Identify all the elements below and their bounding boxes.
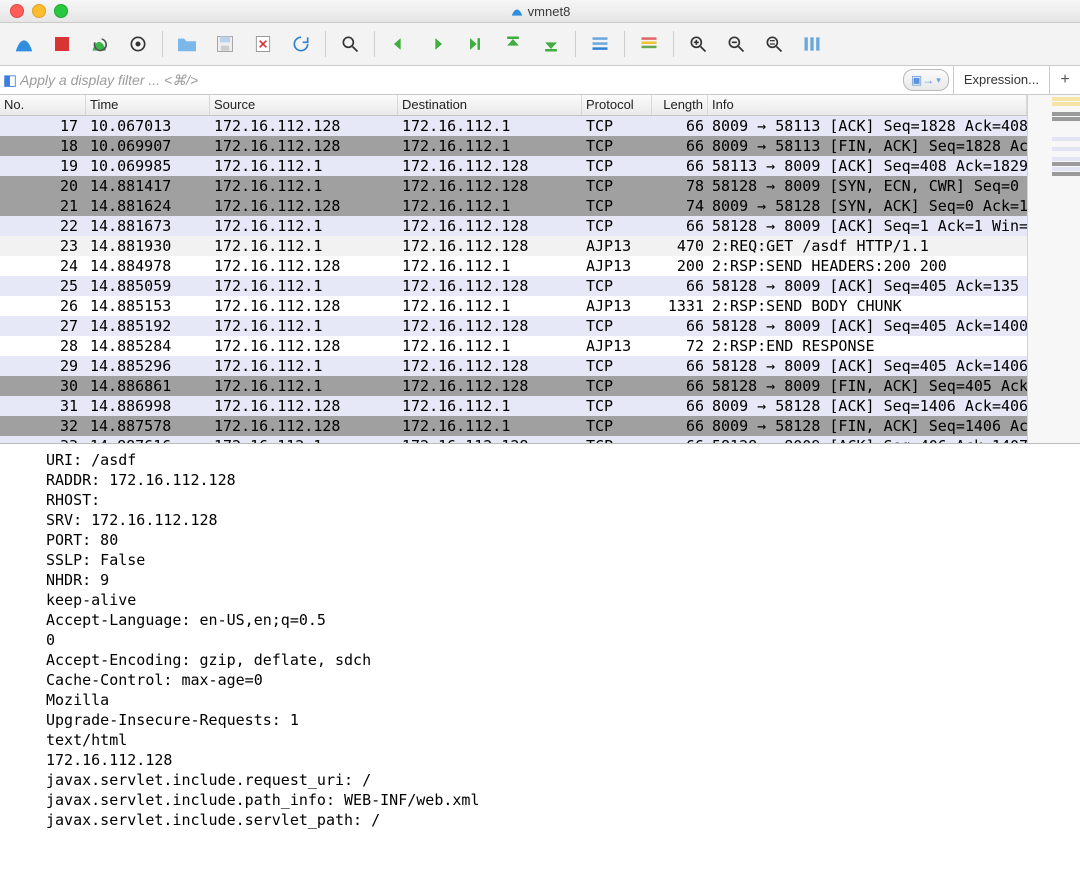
packet-row[interactable]: 2714.885192172.16.112.1172.16.112.128TCP…	[0, 316, 1027, 336]
add-filter-button[interactable]: +	[1049, 66, 1080, 94]
toolbar-separator	[325, 31, 326, 57]
zoom-out-icon[interactable]	[720, 28, 752, 60]
toolbar-separator	[673, 31, 674, 57]
packet-row[interactable]: 2814.885284172.16.112.128172.16.112.1AJP…	[0, 336, 1027, 356]
packet-minimap[interactable]	[1027, 95, 1080, 443]
expression-button[interactable]: Expression...	[953, 66, 1049, 94]
window-controls	[0, 4, 68, 18]
bookmark-icon[interactable]: ◧	[0, 71, 20, 89]
packet-row[interactable]: 1910.069985172.16.112.1172.16.112.128TCP…	[0, 156, 1027, 176]
minimize-window-icon[interactable]	[32, 4, 46, 18]
packet-row[interactable]: 3114.886998172.16.112.128172.16.112.1TCP…	[0, 396, 1027, 416]
detail-line[interactable]: PORT: 80	[46, 530, 1080, 550]
packet-row[interactable]: 2114.881624172.16.112.128172.16.112.1TCP…	[0, 196, 1027, 216]
packet-row[interactable]: 2614.885153172.16.112.128172.16.112.1AJP…	[0, 296, 1027, 316]
find-icon[interactable]	[334, 28, 366, 60]
packet-row[interactable]: 3214.887578172.16.112.128172.16.112.1TCP…	[0, 416, 1027, 436]
options-gear-icon[interactable]	[122, 28, 154, 60]
detail-line[interactable]: javax.servlet.include.request_uri: /	[46, 770, 1080, 790]
packet-row[interactable]: 2014.881417172.16.112.1172.16.112.128TCP…	[0, 176, 1027, 196]
packet-row[interactable]: 2414.884978172.16.112.128172.16.112.1AJP…	[0, 256, 1027, 276]
detail-line[interactable]: 0	[46, 630, 1080, 650]
detail-line[interactable]: NHDR: 9	[46, 570, 1080, 590]
colorize-icon[interactable]	[633, 28, 665, 60]
packet-header-row[interactable]: No. Time Source Destination Protocol Len…	[0, 95, 1027, 116]
shark-fin-icon[interactable]	[8, 28, 40, 60]
detail-line[interactable]: Accept-Language: en-US,en;q=0.5	[46, 610, 1080, 630]
detail-line[interactable]: javax.servlet.include.servlet_path: /	[46, 810, 1080, 830]
reload-icon[interactable]	[285, 28, 317, 60]
window-title: vmnet8	[528, 4, 571, 19]
detail-line[interactable]: javax.servlet.include.path_info: WEB-INF…	[46, 790, 1080, 810]
go-to-packet-icon[interactable]	[459, 28, 491, 60]
toolbar-separator	[162, 31, 163, 57]
last-packet-icon[interactable]	[535, 28, 567, 60]
open-folder-icon[interactable]	[171, 28, 203, 60]
detail-line[interactable]: SRV: 172.16.112.128	[46, 510, 1080, 530]
toolbar-separator	[575, 31, 576, 57]
packet-row[interactable]: 2314.881930172.16.112.1172.16.112.128AJP…	[0, 236, 1027, 256]
auto-scroll-icon[interactable]	[584, 28, 616, 60]
packet-row[interactable]: 2214.881673172.16.112.1172.16.112.128TCP…	[0, 216, 1027, 236]
title-bar: vmnet8	[0, 0, 1080, 23]
close-file-icon[interactable]	[247, 28, 279, 60]
packet-row[interactable]: 1810.069907172.16.112.128172.16.112.1TCP…	[0, 136, 1027, 156]
col-time[interactable]: Time	[86, 95, 210, 115]
display-filter-input[interactable]	[20, 72, 899, 88]
detail-line[interactable]: SSLP: False	[46, 550, 1080, 570]
toolbar-separator	[374, 31, 375, 57]
resize-columns-icon[interactable]	[796, 28, 828, 60]
detail-line[interactable]: RADDR: 172.16.112.128	[46, 470, 1080, 490]
filter-bar: ◧ ▣→▾ Expression... +	[0, 66, 1080, 95]
wireshark-fin-icon	[510, 4, 524, 18]
detail-line[interactable]: Mozilla	[46, 690, 1080, 710]
detail-line[interactable]: URI: /asdf	[46, 450, 1080, 470]
detail-line[interactable]: keep-alive	[46, 590, 1080, 610]
col-dst[interactable]: Destination	[398, 95, 582, 115]
toolbar-separator	[624, 31, 625, 57]
zoom-window-icon[interactable]	[54, 4, 68, 18]
zoom-in-icon[interactable]	[682, 28, 714, 60]
packet-row[interactable]: 1710.067013172.16.112.128172.16.112.1TCP…	[0, 116, 1027, 136]
stop-record-icon[interactable]	[46, 28, 78, 60]
detail-line[interactable]: text/html	[46, 730, 1080, 750]
close-window-icon[interactable]	[10, 4, 24, 18]
packet-list-pane: No. Time Source Destination Protocol Len…	[0, 95, 1080, 444]
packet-row[interactable]: 2514.885059172.16.112.1172.16.112.128TCP…	[0, 276, 1027, 296]
detail-line[interactable]: Cache-Control: max-age=0	[46, 670, 1080, 690]
col-proto[interactable]: Protocol	[582, 95, 652, 115]
col-src[interactable]: Source	[210, 95, 398, 115]
first-packet-icon[interactable]	[497, 28, 529, 60]
col-no[interactable]: No.	[0, 95, 86, 115]
main-toolbar	[0, 23, 1080, 66]
packet-details-pane[interactable]: URI: /asdfRADDR: 172.16.112.128RHOST:SRV…	[0, 444, 1080, 870]
save-icon[interactable]	[209, 28, 241, 60]
col-len[interactable]: Length	[652, 95, 708, 115]
packet-row[interactable]: 3014.886861172.16.112.1172.16.112.128TCP…	[0, 376, 1027, 396]
apply-filter-button[interactable]: ▣→▾	[903, 69, 949, 91]
detail-line[interactable]: Accept-Encoding: gzip, deflate, sdch	[46, 650, 1080, 670]
app-window: vmnet8 ◧ ▣→▾ Expression... + No. Time So…	[0, 0, 1080, 870]
zoom-reset-icon[interactable]	[758, 28, 790, 60]
detail-line[interactable]: Upgrade-Insecure-Requests: 1	[46, 710, 1080, 730]
restart-capture-icon[interactable]	[84, 28, 116, 60]
go-forward-icon[interactable]	[421, 28, 453, 60]
detail-line[interactable]: 172.16.112.128	[46, 750, 1080, 770]
go-back-icon[interactable]	[383, 28, 415, 60]
detail-line[interactable]: RHOST:	[46, 490, 1080, 510]
packet-row[interactable]: 2914.885296172.16.112.1172.16.112.128TCP…	[0, 356, 1027, 376]
col-info[interactable]: Info	[708, 95, 1027, 115]
packet-row[interactable]: 3314.887616172.16.112.1172.16.112.128TCP…	[0, 436, 1027, 443]
